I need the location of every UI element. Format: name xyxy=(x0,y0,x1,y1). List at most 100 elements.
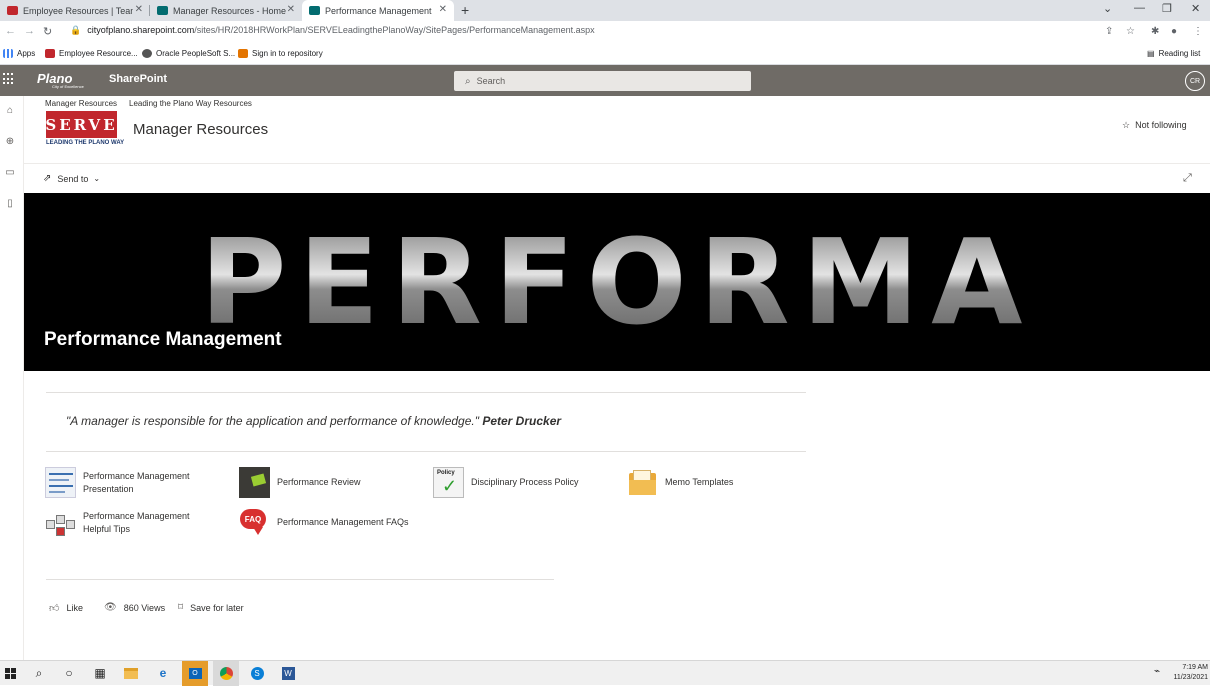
folder-thumbnail-icon xyxy=(627,467,658,498)
employee-resources-favicon xyxy=(7,6,18,15)
quote-author: Peter Drucker xyxy=(482,414,562,428)
quick-link-disciplinary-policy[interactable]: Policy ✓ Disciplinary Process Policy xyxy=(433,467,589,498)
forward-icon[interactable]: → xyxy=(24,25,35,37)
edge-icon[interactable]: e xyxy=(154,665,172,681)
reading-list-button[interactable]: ▤ Reading list xyxy=(1147,49,1200,58)
like-icon: 👍︎ xyxy=(49,603,60,614)
left-app-bar: ⌂ ⊕ ▭ ▯ xyxy=(0,96,24,660)
clock-time: 7:19 AM xyxy=(1182,664,1208,671)
document-icon[interactable]: ▯ xyxy=(4,198,16,210)
views-count: 👁︎ 860 Views xyxy=(104,602,165,613)
quote: "A manager is responsible for the applic… xyxy=(66,414,561,428)
quick-link-label: Performance Management FAQs xyxy=(277,517,409,527)
eye-icon: 👁︎ xyxy=(104,602,117,613)
share-icon[interactable]: ⇪ xyxy=(1105,26,1113,37)
close-tab-icon[interactable]: ✕ xyxy=(287,4,295,15)
new-tab-button[interactable]: + xyxy=(461,2,469,18)
header-divider xyxy=(24,163,1210,164)
page-title: Performance Management xyxy=(44,329,282,350)
hero-banner-text: PERFORMANCE xyxy=(200,207,1210,357)
send-to-button[interactable]: ⇗ Send to ⌄ xyxy=(43,173,100,184)
menu-icon[interactable]: ⋮ xyxy=(1193,26,1203,37)
search-placeholder: Search xyxy=(476,76,506,86)
windows-start-icon[interactable] xyxy=(1,665,19,681)
quick-link-helpful-tips[interactable]: Performance Management Helpful Tips xyxy=(45,507,201,538)
footer-divider xyxy=(46,579,554,580)
globe-icon xyxy=(142,49,152,58)
bookmark-employee-resources[interactable]: Employee Resource... xyxy=(45,49,138,58)
url-field[interactable]: 🔒 cityofplano.sharepoint.com/sites/HR/201… xyxy=(70,25,595,36)
url-host: cityofplano.sharepoint.com xyxy=(87,25,195,35)
employee-resources-favicon xyxy=(45,49,55,58)
close-tab-icon[interactable]: ✕ xyxy=(135,4,143,15)
browser-tab-performance-management[interactable]: Performance Management ✕ xyxy=(302,0,454,21)
follow-button[interactable]: ☆ Not following xyxy=(1122,120,1187,131)
quick-link-memo-templates[interactable]: Memo Templates xyxy=(627,467,783,498)
avatar[interactable]: CR xyxy=(1185,71,1205,91)
url-path: /sites/HR/2018HRWorkPlan/SERVELeadingthe… xyxy=(194,25,595,35)
app-launcher-icon[interactable] xyxy=(3,73,15,85)
back-icon[interactable]: ← xyxy=(5,25,16,37)
word-icon[interactable]: W xyxy=(279,665,297,681)
repository-favicon xyxy=(238,49,248,58)
close-window-icon[interactable]: ✕ xyxy=(1191,2,1200,15)
search-icon[interactable]: ⌕ xyxy=(30,665,48,681)
bookmark-label: Employee Resource... xyxy=(59,49,138,58)
windows-taskbar: ⌕ ○ ▦ e O S W ⌁ 7:19 AM 11/23/2021 xyxy=(0,660,1210,686)
site-title[interactable]: Manager Resources xyxy=(133,121,268,138)
quick-link-label: Performance Review xyxy=(277,477,361,487)
chrome-icon[interactable] xyxy=(213,661,239,686)
breadcrumb-manager-resources[interactable]: Manager Resources xyxy=(45,99,117,108)
bookmark-label: Oracle PeopleSoft S... xyxy=(156,49,236,58)
plano-logo-subtitle: City of Excellence xyxy=(52,84,84,89)
minimize-icon[interactable]: — xyxy=(1134,2,1145,14)
policy-checkmark-icon: Policy ✓ xyxy=(433,467,464,498)
close-tab-icon[interactable]: ✕ xyxy=(439,4,447,15)
home-icon[interactable]: ⌂ xyxy=(4,105,16,117)
tab-search-icon[interactable]: ⌄ xyxy=(1103,2,1112,15)
save-for-later-button[interactable]: ⌑ Save for later xyxy=(178,602,244,613)
plano-logo[interactable]: Plano City of Excellence xyxy=(37,71,84,89)
network-icon[interactable]: ⌁ xyxy=(1154,666,1160,677)
quick-link-label: Performance Management Helpful Tips xyxy=(83,510,190,534)
chevron-down-icon: ⌄ xyxy=(93,174,101,183)
search-box[interactable]: ⌕ Search xyxy=(454,71,751,91)
share-icon: ⇗ xyxy=(43,173,52,184)
quick-link-performance-presentation[interactable]: Performance Management Presentation xyxy=(45,467,201,498)
reading-list-icon: ▤ xyxy=(1147,49,1155,58)
reload-icon[interactable]: ↻ xyxy=(43,25,52,38)
bookmark-star-icon[interactable]: ☆ xyxy=(1126,26,1135,37)
news-icon[interactable]: ▭ xyxy=(4,167,16,179)
system-clock[interactable]: 7:19 AM 11/23/2021 xyxy=(1168,663,1208,683)
send-to-label: Send to xyxy=(57,173,89,184)
like-button[interactable]: 👍︎ Like xyxy=(49,602,83,614)
outlook-icon[interactable]: O xyxy=(182,661,208,686)
cortana-icon[interactable]: ○ xyxy=(60,665,78,681)
browser-tab-employee-resources[interactable]: Employee Resources | Team Plan ✕ xyxy=(0,0,150,21)
restore-icon[interactable]: ❐ xyxy=(1162,2,1172,15)
reading-list-label: Reading list xyxy=(1158,49,1201,58)
clock-date: 11/23/2021 xyxy=(1173,674,1208,681)
star-icon: ☆ xyxy=(1122,120,1131,130)
file-explorer-icon[interactable] xyxy=(122,665,140,681)
profile-icon[interactable]: ● xyxy=(1171,26,1177,37)
globe-icon[interactable]: ⊕ xyxy=(4,136,16,148)
skype-icon[interactable]: S xyxy=(248,665,266,681)
bookmark-oracle-peoplesoft[interactable]: Oracle PeopleSoft S... xyxy=(142,49,235,58)
breadcrumb-leading-plano-way[interactable]: Leading the Plano Way Resources xyxy=(129,99,252,108)
bookmark-apps[interactable]: Apps xyxy=(3,49,35,58)
browser-tab-manager-resources[interactable]: Manager Resources - Home ✕ xyxy=(150,0,302,21)
search-icon: ⌕ xyxy=(465,75,471,87)
sharepoint-app-name[interactable]: SharePoint xyxy=(109,73,167,85)
extensions-icon[interactable]: ✱ xyxy=(1151,26,1159,37)
task-view-icon[interactable]: ▦ xyxy=(91,665,109,681)
bookmark-sign-in-repository[interactable]: Sign in to repository xyxy=(238,49,323,58)
sharepoint-favicon xyxy=(309,6,320,15)
bookmarks-bar: Apps Employee Resource... Oracle PeopleS… xyxy=(0,44,1210,65)
views-label: 860 Views xyxy=(123,602,166,613)
tab-label: Employee Resources | Team Plan xyxy=(23,5,133,16)
site-logo[interactable]: SERVE LEADING THE PLANO WAY xyxy=(45,111,124,149)
quick-link-faqs[interactable]: FAQ Performance Management FAQs xyxy=(239,507,417,538)
quick-link-performance-review[interactable]: Performance Review xyxy=(239,467,395,498)
expand-icon[interactable]: ⤢ xyxy=(1183,172,1192,185)
